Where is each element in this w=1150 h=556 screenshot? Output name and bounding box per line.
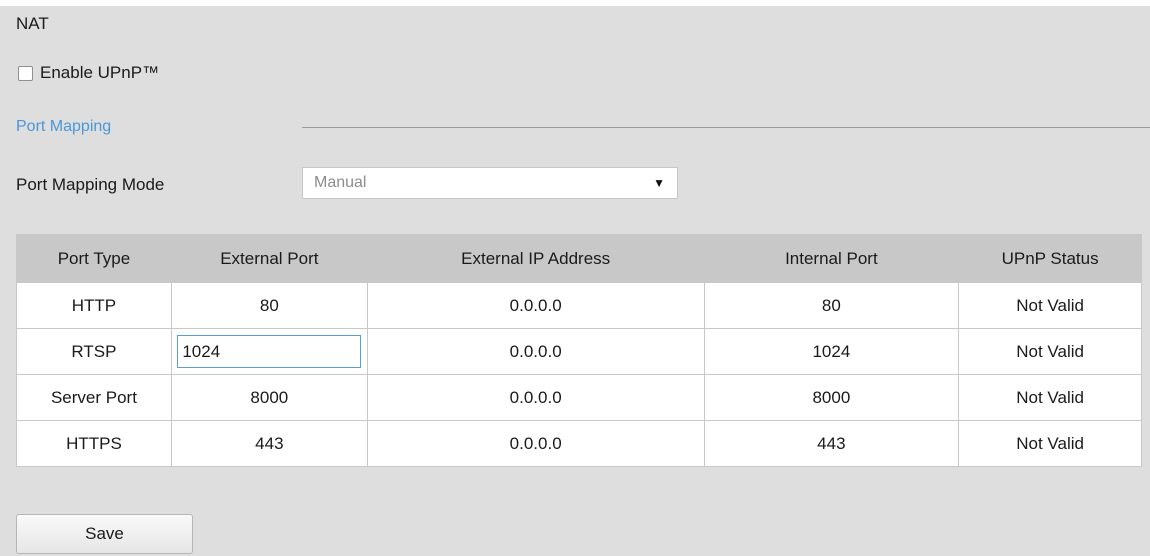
cell-upnp-status: Not Valid xyxy=(958,420,1142,467)
cell-upnp-status: Not Valid xyxy=(958,328,1142,375)
page-title: NAT xyxy=(16,14,49,33)
cell-external-port[interactable]: 443 xyxy=(170,420,368,467)
cell-internal-port: 443 xyxy=(703,420,960,467)
section-divider xyxy=(302,127,1150,128)
cell-internal-port: 1024 xyxy=(703,328,960,375)
save-button[interactable]: Save xyxy=(16,514,193,554)
cell-external-ip: 0.0.0.0 xyxy=(366,374,705,421)
enable-upnp-checkbox[interactable] xyxy=(18,65,33,81)
cell-port-type: RTSP xyxy=(16,328,172,375)
cell-external-ip: 0.0.0.0 xyxy=(366,328,705,375)
table-row: RTSP 0.0.0.0 1024 Not Valid xyxy=(16,328,1142,375)
header-internal-port: Internal Port xyxy=(703,234,960,283)
table-row: HTTP 80 0.0.0.0 80 Not Valid xyxy=(16,282,1142,329)
port-mapping-mode-value: Manual xyxy=(314,174,367,191)
port-mapping-mode-label: Port Mapping Mode xyxy=(16,175,165,194)
section-title: Port Mapping xyxy=(16,118,112,135)
cell-internal-port: 8000 xyxy=(703,374,960,421)
header-external-port: External Port xyxy=(170,234,368,283)
dropdown-arrow-icon[interactable]: ▼ xyxy=(653,176,665,190)
table-header-row: Port Type External Port External IP Addr… xyxy=(16,234,1142,283)
top-edge xyxy=(0,0,1150,6)
cell-external-port[interactable]: 80 xyxy=(170,282,368,329)
cell-internal-port: 80 xyxy=(703,282,960,329)
port-mapping-table: Port Type External Port External IP Addr… xyxy=(16,234,1142,467)
cell-external-port[interactable] xyxy=(170,328,368,375)
cell-port-type: Server Port xyxy=(16,374,172,421)
enable-upnp-row[interactable]: Enable UPnP™ xyxy=(18,63,159,83)
cell-port-type: HTTPS xyxy=(16,420,172,467)
port-mapping-section-header: Port Mapping xyxy=(16,118,1150,140)
cell-external-port[interactable]: 8000 xyxy=(170,374,368,421)
cell-port-type: HTTP xyxy=(16,282,172,329)
header-upnp-status: UPnP Status xyxy=(958,234,1142,283)
header-port-type: Port Type xyxy=(16,234,172,283)
table-row: HTTPS 443 0.0.0.0 443 Not Valid xyxy=(16,420,1142,467)
table-row: Server Port 8000 0.0.0.0 8000 Not Valid xyxy=(16,374,1142,421)
cell-external-ip: 0.0.0.0 xyxy=(366,282,705,329)
enable-upnp-label[interactable]: Enable UPnP™ xyxy=(40,63,159,83)
cell-external-ip: 0.0.0.0 xyxy=(366,420,705,467)
header-external-ip: External IP Address xyxy=(366,234,705,283)
port-mapping-mode-select[interactable]: Manual ▼ xyxy=(302,167,678,199)
external-port-input[interactable] xyxy=(177,335,362,368)
cell-upnp-status: Not Valid xyxy=(958,282,1142,329)
cell-upnp-status: Not Valid xyxy=(958,374,1142,421)
